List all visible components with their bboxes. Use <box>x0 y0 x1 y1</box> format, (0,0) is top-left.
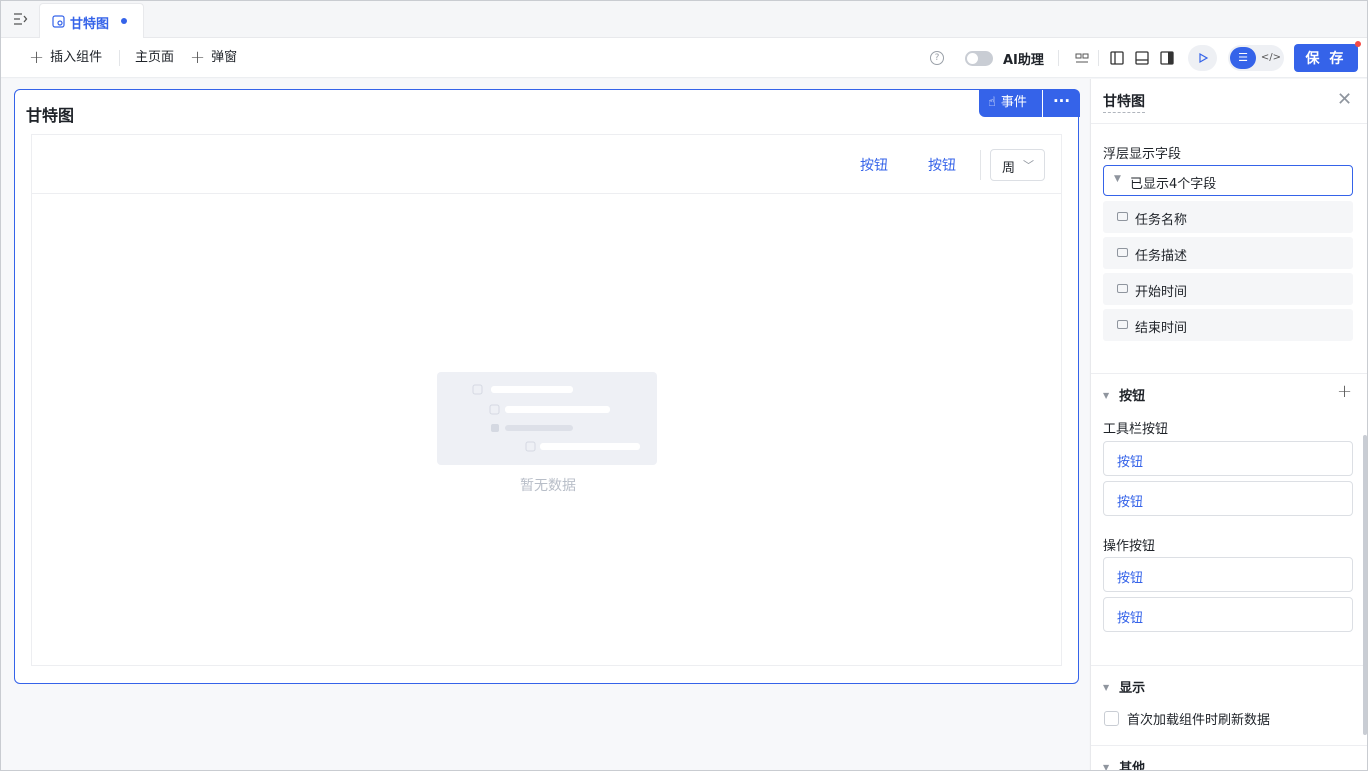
hand-pointer-icon: ☝ <box>988 95 996 110</box>
mode-switch[interactable]: ☰ </> <box>1228 45 1284 71</box>
empty-state-text: 暂无数据 <box>520 478 576 494</box>
text-field-icon <box>1117 212 1128 221</box>
toolbar-button-item[interactable]: 按钮 <box>1103 441 1353 476</box>
preview-button[interactable] <box>1188 45 1217 71</box>
tab-label: 甘特图 <box>70 17 110 32</box>
field-item[interactable]: 开始时间 <box>1103 273 1353 305</box>
other-section-header[interactable]: ▼ 其他 <box>1103 757 1146 771</box>
notification-dot <box>1355 41 1361 47</box>
divider <box>1091 123 1367 124</box>
action-buttons-label: 操作按钮 <box>1103 539 1156 554</box>
settings-mode-icon[interactable]: ☰ <box>1230 47 1256 69</box>
close-icon[interactable]: ✕ <box>1337 89 1352 110</box>
toolbar-button-item[interactable]: 按钮 <box>1103 481 1353 516</box>
event-button[interactable]: ☝ 事件 <box>979 89 1042 117</box>
textarea-field-icon <box>1117 248 1128 257</box>
caret-down-icon: ▼ <box>1103 763 1110 771</box>
gantt-component[interactable]: 甘特图 ☝ 事件 ··· 按钮 按钮 周 ﹀ 暂无数据 <box>14 89 1080 684</box>
view-scale-select[interactable]: 周 ﹀ <box>990 149 1045 181</box>
tab-gantt[interactable]: 甘特图 <box>39 3 144 38</box>
button-item-label: 按钮 <box>1117 455 1144 470</box>
unsaved-dot <box>121 18 127 24</box>
ai-assistant-toggle[interactable] <box>965 51 993 66</box>
hover-fields-value: 已显示4个字段 <box>1130 177 1217 192</box>
design-canvas: 甘特图 ☝ 事件 ··· 按钮 按钮 周 ﹀ 暂无数据 <box>1 79 1089 770</box>
divider <box>980 150 981 180</box>
button-item-label: 按钮 <box>1117 495 1144 510</box>
display-section-header[interactable]: ▼ 显示 <box>1103 677 1145 696</box>
empty-state-illustration <box>437 372 657 465</box>
properties-panel: 甘特图 ✕ 浮层显示字段 ▼ 已显示4个字段 任务名称 任务描述 开始时间 结束… <box>1090 79 1367 771</box>
ai-assistant-label: AI助理 <box>1003 53 1044 68</box>
help-icon[interactable]: ? <box>930 51 944 65</box>
plus-icon: + <box>190 47 206 68</box>
gantt-toolbar: 按钮 按钮 周 ﹀ <box>32 135 1061 194</box>
chevron-down-icon: ﹀ <box>1023 159 1034 172</box>
button-item-label: 按钮 <box>1117 571 1144 586</box>
caret-down-icon: ▼ <box>1103 683 1110 692</box>
panel-title: 甘特图 <box>1103 91 1145 113</box>
action-button-item[interactable]: 按钮 <box>1103 597 1353 632</box>
toolbar-buttons-label: 工具栏按钮 <box>1103 422 1169 437</box>
toolbar: + 插入组件 主页面 + 弹窗 ? AI助理 ☰ </> 保 存 <box>1 38 1367 78</box>
popup-button[interactable]: + 弹窗 <box>190 49 237 67</box>
field-label: 开始时间 <box>1135 285 1188 300</box>
section-title: 显示 <box>1119 681 1146 696</box>
right-panel-icon[interactable] <box>1159 50 1175 66</box>
refresh-checkbox[interactable] <box>1104 711 1119 726</box>
section-title: 按钮 <box>1119 389 1146 404</box>
more-icon[interactable]: ··· <box>1043 89 1080 117</box>
main-page-button[interactable]: 主页面 <box>135 49 174 67</box>
divider <box>119 50 120 66</box>
code-mode-icon[interactable]: </> <box>1260 47 1282 69</box>
caret-down-icon: ▼ <box>1103 391 1110 400</box>
buttons-section-header[interactable]: ▼ 按钮 <box>1103 385 1145 404</box>
action-button-item[interactable]: 按钮 <box>1103 557 1353 592</box>
section-title: 其他 <box>1119 761 1146 771</box>
component-title: 甘特图 <box>26 106 75 125</box>
caret-down-icon: ▼ <box>1114 174 1121 184</box>
date-field-icon <box>1117 320 1128 329</box>
field-label: 任务名称 <box>1135 213 1188 228</box>
divider <box>1091 745 1367 746</box>
divider <box>1058 50 1059 66</box>
divider <box>1091 665 1367 666</box>
field-item[interactable]: 任务描述 <box>1103 237 1353 269</box>
left-panel-icon[interactable] <box>1109 50 1125 66</box>
popup-label: 弹窗 <box>211 50 238 65</box>
insert-component-button[interactable]: + 插入组件 <box>29 49 102 67</box>
page-icon <box>52 15 65 28</box>
sidebar-toggle-icon[interactable] <box>12 11 28 27</box>
add-button-icon[interactable]: + <box>1337 381 1352 402</box>
layout-grid-icon[interactable] <box>1074 50 1090 66</box>
app-window: 甘特图 + 插入组件 主页面 + 弹窗 ? AI助理 ☰ </> 保 存 甘特图… <box>0 0 1368 771</box>
field-item[interactable]: 结束时间 <box>1103 309 1353 341</box>
field-item[interactable]: 任务名称 <box>1103 201 1353 233</box>
insert-component-label: 插入组件 <box>50 50 103 65</box>
event-label: 事件 <box>1000 95 1027 110</box>
divider <box>1098 50 1099 66</box>
bottom-panel-icon[interactable] <box>1134 50 1150 66</box>
gantt-chart-area: 按钮 按钮 周 ﹀ 暂无数据 <box>31 134 1062 666</box>
gantt-toolbar-button[interactable]: 按钮 <box>860 155 888 175</box>
hover-fields-select[interactable]: ▼ 已显示4个字段 <box>1103 165 1353 196</box>
button-item-label: 按钮 <box>1117 611 1144 626</box>
field-label: 任务描述 <box>1135 249 1188 264</box>
divider <box>1091 373 1367 374</box>
plus-icon: + <box>29 47 45 68</box>
save-button[interactable]: 保 存 <box>1294 44 1358 72</box>
field-label: 结束时间 <box>1135 321 1188 336</box>
play-icon <box>1199 52 1209 64</box>
date-field-icon <box>1117 284 1128 293</box>
panel-scrollbar[interactable] <box>1363 435 1367 735</box>
tab-bar: 甘特图 <box>1 1 1367 38</box>
gantt-toolbar-button[interactable]: 按钮 <box>928 155 956 175</box>
hover-fields-label: 浮层显示字段 <box>1103 147 1182 162</box>
refresh-checkbox-label: 首次加载组件时刷新数据 <box>1127 713 1271 728</box>
view-scale-value: 周 <box>1002 161 1016 176</box>
